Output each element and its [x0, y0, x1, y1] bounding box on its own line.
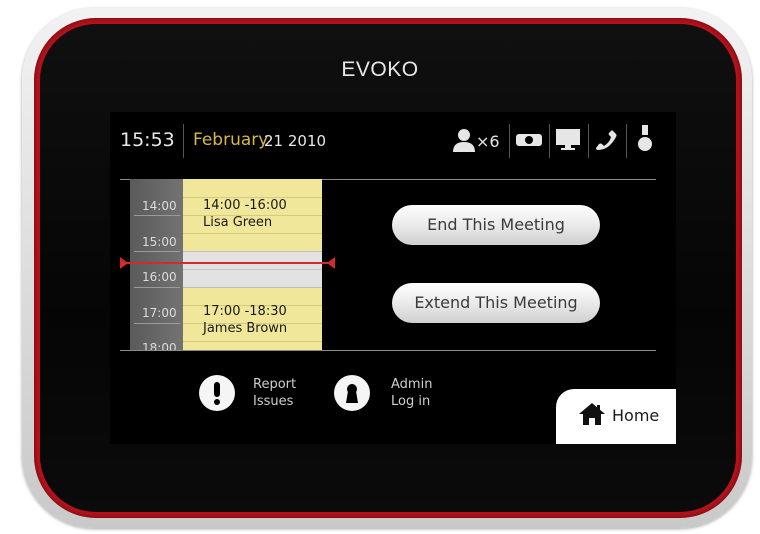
event-time: 17:00 -18:30 [203, 304, 287, 319]
slot-line [183, 287, 322, 288]
status-divider [549, 124, 550, 158]
admin-login-label-line1[interactable]: Admin [391, 377, 432, 393]
clock-time: 15:53 [120, 129, 175, 151]
status-divider [183, 124, 184, 158]
projector-icon[interactable] [515, 131, 543, 149]
slot-line [183, 341, 322, 342]
status-divider [626, 124, 627, 158]
event-organizer: Lisa Green [203, 215, 273, 230]
hour-line [134, 215, 180, 216]
brand-logo: EVOKO [341, 58, 419, 81]
hour-label: 14:00 [142, 199, 177, 213]
event-time: 14:00 -16:00 [203, 198, 287, 213]
hour-label: 18:00 [142, 341, 177, 350]
people-count: ×6 [476, 132, 500, 151]
person-icon [453, 129, 475, 152]
slot-line [183, 233, 322, 234]
slot-line [183, 251, 322, 252]
divider-bottom [120, 350, 656, 351]
keyhole-icon [346, 384, 358, 403]
home-icon[interactable] [578, 402, 606, 426]
exclamation-icon [214, 382, 220, 405]
hour-label: 16:00 [142, 270, 177, 284]
hour-line [134, 323, 180, 324]
home-label[interactable]: Home [612, 406, 659, 425]
hour-label: 17:00 [142, 306, 177, 320]
extend-meeting-button[interactable]: Extend This Meeting [392, 283, 600, 323]
current-time-line [120, 262, 334, 264]
hour-line [134, 287, 180, 288]
admin-login-label-line2[interactable]: Log in [391, 394, 430, 410]
report-issues-button[interactable] [199, 375, 235, 411]
slot-line [183, 269, 322, 270]
display-icon[interactable] [555, 128, 581, 152]
date-day-year: 21 2010 [264, 132, 327, 150]
report-issues-label-line2[interactable]: Issues [253, 394, 293, 410]
end-meeting-button[interactable]: End This Meeting [392, 205, 600, 245]
hour-line [134, 251, 180, 252]
hour-label: 15:00 [142, 235, 177, 249]
report-issues-label-line1[interactable]: Report [253, 377, 296, 393]
event-organizer: James Brown [203, 321, 288, 336]
status-divider [588, 124, 589, 158]
current-time-marker-left [120, 257, 128, 269]
status-divider [509, 124, 510, 158]
phone-icon[interactable] [595, 128, 617, 152]
light-bulb-icon[interactable] [637, 124, 653, 154]
date-month: February [193, 130, 269, 150]
admin-login-button[interactable] [334, 375, 370, 411]
current-time-marker-right [327, 257, 335, 269]
